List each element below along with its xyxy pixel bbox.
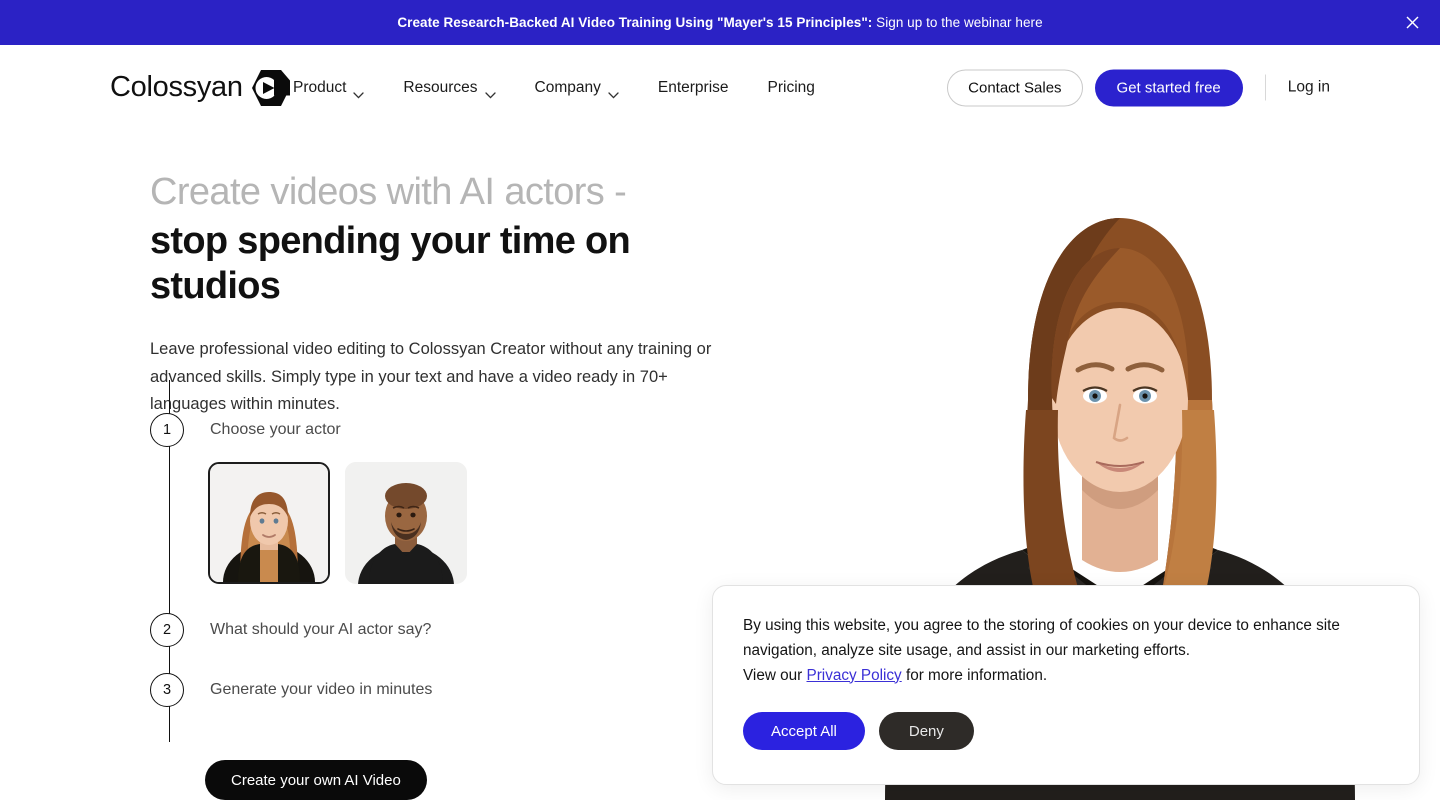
- cookie-text-tail: for more information.: [901, 666, 1048, 684]
- step-number-badge: 2: [150, 613, 184, 647]
- header-divider: [1264, 74, 1266, 101]
- chevron-down-icon: [608, 86, 619, 99]
- promo-banner-headline: Create Research-Backed AI Video Training…: [397, 15, 873, 30]
- nav-item-label: Pricing: [767, 78, 815, 96]
- promo-banner-text: Create Research-Backed AI Video Training…: [397, 15, 1042, 30]
- nav-item-enterprise[interactable]: Enterprise: [658, 73, 729, 103]
- nav-item-company[interactable]: Company: [535, 73, 619, 103]
- create-your-own-ai-video-button[interactable]: Create your own AI Video: [205, 760, 427, 800]
- step-number-badge: 3: [150, 673, 184, 707]
- accept-all-button[interactable]: Accept All: [743, 712, 865, 751]
- brand-name: Colossyan: [110, 71, 243, 103]
- cookie-consent-banner: By using this website, you agree to the …: [712, 585, 1420, 785]
- site-header: Colossyan Product Resources Company Ente…: [0, 45, 1440, 130]
- chevron-down-icon: [353, 86, 365, 99]
- nav-item-label: Product: [293, 78, 347, 96]
- deny-button[interactable]: Deny: [878, 712, 974, 751]
- nav-item-resources[interactable]: Resources: [403, 73, 496, 103]
- step-number-badge: 1: [150, 413, 184, 447]
- page-root: Create Research-Backed AI Video Training…: [0, 0, 1440, 800]
- cookie-consent-actions: Accept All Deny: [743, 712, 1389, 751]
- actor-choices: [208, 462, 467, 584]
- nav-item-label: Resources: [403, 78, 478, 96]
- nav-item-label: Enterprise: [657, 78, 729, 96]
- brand-logo[interactable]: Colossyan: [110, 69, 290, 107]
- step-label: What should your AI actor say?: [210, 621, 432, 638]
- header-actions: Contact Sales Get started free Log in: [947, 69, 1330, 106]
- hero-headline-line2: stop spending your time on studios: [150, 219, 631, 307]
- nav-item-product[interactable]: Product: [293, 73, 365, 103]
- promo-banner-link[interactable]: Sign up to the webinar here: [872, 15, 1042, 30]
- step-item-1: 1 Choose your actor: [150, 413, 341, 447]
- chevron-down-icon: [484, 86, 496, 99]
- cookie-text-main: By using this website, you agree to the …: [743, 617, 1340, 659]
- step-label: Choose your actor: [210, 421, 341, 438]
- cookie-consent-text: By using this website, you agree to the …: [743, 614, 1368, 688]
- step-label: Generate your video in minutes: [210, 681, 433, 698]
- main-navigation: Product Resources Company Enterprise Pri…: [293, 73, 815, 103]
- hero-headline-line1: Create videos with AI actors -: [150, 171, 627, 213]
- hero-copy: Create videos with AI actors - stop spen…: [150, 170, 750, 419]
- actor-card-female[interactable]: [208, 462, 330, 584]
- close-icon[interactable]: [1400, 11, 1424, 35]
- step-item-2: 2 What should your AI actor say?: [150, 613, 431, 647]
- login-link[interactable]: Log in: [1288, 79, 1330, 97]
- nav-item-label: Company: [534, 78, 601, 96]
- privacy-policy-link[interactable]: Privacy Policy: [807, 667, 902, 684]
- hero-subtext: Leave professional video editing to Colo…: [150, 340, 712, 414]
- get-started-free-button[interactable]: Get started free: [1094, 69, 1243, 106]
- promo-banner: Create Research-Backed AI Video Training…: [0, 0, 1440, 45]
- step-item-3: 3 Generate your video in minutes: [150, 673, 432, 707]
- nav-item-pricing[interactable]: Pricing: [768, 73, 815, 103]
- cookie-text-viewour: View our: [743, 666, 807, 684]
- contact-sales-button[interactable]: Contact Sales: [947, 69, 1083, 106]
- hexagon-play-logo-icon: [250, 69, 290, 107]
- actor-card-male[interactable]: [345, 462, 467, 584]
